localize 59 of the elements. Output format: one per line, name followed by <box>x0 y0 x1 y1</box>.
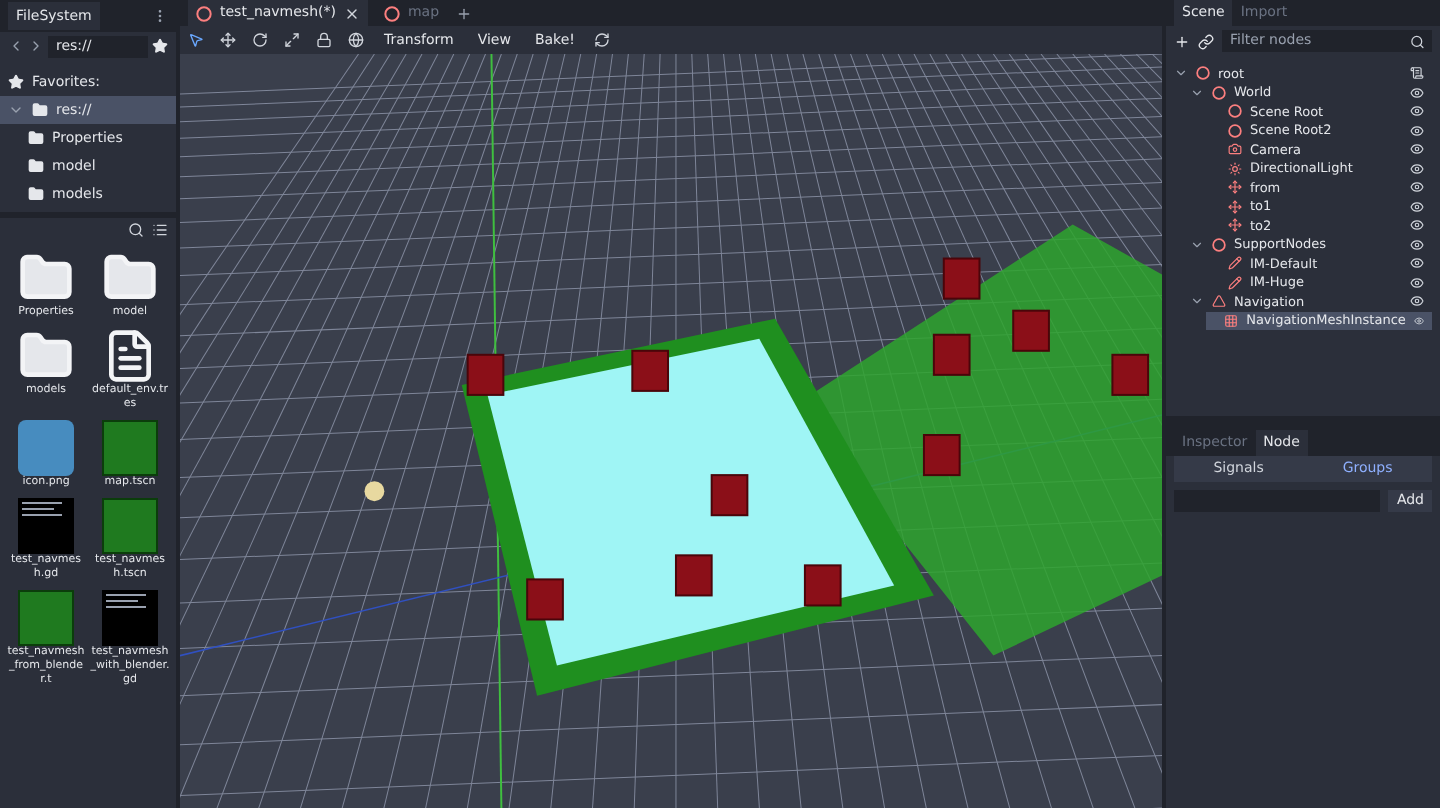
node-icon <box>1228 104 1242 119</box>
script-thumbnail <box>18 498 74 554</box>
refresh-icon[interactable] <box>594 32 611 48</box>
visibility-icon[interactable] <box>1413 313 1424 328</box>
scene-viewport-drawing[interactable] <box>180 54 1162 808</box>
image-thumbnail <box>18 420 74 476</box>
cross-icon <box>1228 218 1242 233</box>
visibility-icon[interactable] <box>1410 275 1424 290</box>
link-icon[interactable] <box>1198 33 1214 49</box>
scale-icon[interactable] <box>284 32 300 48</box>
add-tab-icon[interactable] <box>455 5 472 21</box>
folder-icon <box>28 158 44 174</box>
visibility-icon[interactable] <box>1410 237 1424 252</box>
select-icon[interactable] <box>188 32 204 48</box>
navigation-icon <box>1212 294 1226 309</box>
globe-icon[interactable] <box>348 32 364 48</box>
folder-icon <box>32 102 48 118</box>
close-icon[interactable] <box>343 5 360 21</box>
visibility-icon[interactable] <box>1410 218 1424 233</box>
forward-icon[interactable] <box>28 38 44 54</box>
visibility-icon[interactable] <box>1410 161 1424 176</box>
visibility-icon[interactable] <box>1410 256 1424 271</box>
lock-icon[interactable] <box>316 32 332 48</box>
camera-icon <box>1228 142 1242 157</box>
search-icon <box>1409 33 1424 49</box>
visibility-icon[interactable] <box>1410 180 1424 195</box>
folder-icon <box>28 130 44 146</box>
light-icon <box>1228 161 1242 176</box>
pencil-icon <box>1228 256 1242 271</box>
search-icon[interactable] <box>128 222 144 238</box>
scene-icon <box>383 5 400 21</box>
list-view-icon[interactable] <box>152 222 168 238</box>
node-icon <box>1228 123 1242 138</box>
pencil-icon <box>1228 275 1242 290</box>
node-icon <box>1212 237 1226 252</box>
favorite-icon[interactable] <box>152 38 168 54</box>
scene-thumbnail <box>102 498 158 554</box>
add-node-icon[interactable] <box>1174 33 1190 49</box>
visibility-icon[interactable] <box>1410 85 1424 100</box>
script-thumbnail <box>102 590 158 646</box>
scene-thumbnail <box>102 420 158 476</box>
visibility-icon[interactable] <box>1410 294 1424 309</box>
move-icon[interactable] <box>220 32 236 48</box>
visibility-icon[interactable] <box>1410 142 1424 157</box>
node-icon <box>1212 85 1226 100</box>
folder-icon <box>28 186 44 202</box>
visibility-icon[interactable] <box>1410 123 1424 138</box>
scene-thumbnail <box>18 590 74 646</box>
cross-icon <box>1228 199 1242 214</box>
rotate-icon[interactable] <box>252 32 268 48</box>
star-icon <box>8 74 24 90</box>
script-icon[interactable] <box>1410 66 1424 81</box>
cross-icon <box>1228 180 1242 195</box>
back-icon[interactable] <box>8 38 24 54</box>
visibility-icon[interactable] <box>1410 104 1424 119</box>
node-icon <box>1196 66 1210 81</box>
scene-icon <box>196 5 212 21</box>
visibility-icon[interactable] <box>1410 199 1424 214</box>
mesh-icon <box>1224 313 1239 328</box>
